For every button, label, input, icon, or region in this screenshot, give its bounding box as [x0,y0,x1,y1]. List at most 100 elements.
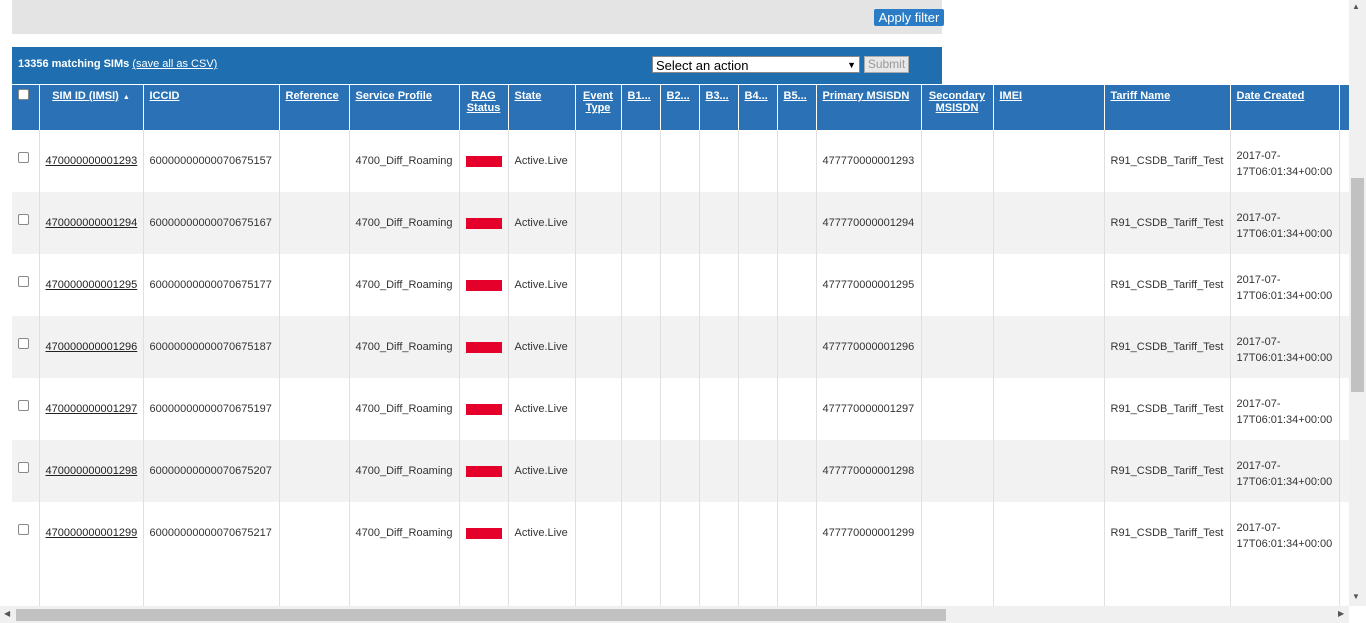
date-line-1: 2017-07- [1236,522,1281,534]
tariff-name-cell: R91_CSDB_Tariff_Test [1104,192,1231,254]
imei-cell [993,502,1105,564]
table-row: 470000000001293 60000000000070675157 4700_… [12,130,1349,192]
row-checkbox[interactable] [18,524,29,535]
imei-cell [993,440,1105,502]
service-profile-cell: 4700_Diff_Roaming [349,502,460,564]
row-checkbox[interactable] [18,400,29,411]
reference-cell [279,440,350,502]
rag-status-cell [459,130,509,192]
date-created-cell: 2017-07- 17T06:01:34+00:00 [1230,502,1340,564]
row-checkbox[interactable] [18,276,29,287]
scroll-up-icon[interactable]: ▲ [1352,2,1360,11]
reference-cell [279,254,350,316]
sim-id-link[interactable]: 470000000001293 [39,130,144,192]
b3-cell [699,192,739,254]
table-header: SIM ID (IMSI) ▲ ICCID Reference Service P… [12,85,1349,130]
row-checkbox[interactable] [18,152,29,163]
horizontal-scroll-thumb[interactable] [16,609,946,621]
select-all-checkbox[interactable] [18,89,29,100]
col-iccid[interactable]: ICCID [143,85,280,130]
service-profile-cell: 4700_Diff_Roaming [349,378,460,440]
col-b3[interactable]: B3... [699,85,739,130]
table-row: 470000000001297 60000000000070675197 4700_… [12,378,1349,440]
state-cell: Active.Live [508,440,576,502]
row-checkbox-cell [12,192,40,254]
row-checkbox[interactable] [18,462,29,473]
primary-msisdn-cell: 477770000001299 [816,502,922,564]
date-line-2: 17T06:01:34+00:00 [1236,352,1333,364]
rag-status-cell [459,316,509,378]
col-reference[interactable]: Reference [279,85,350,130]
col-sim-id[interactable]: SIM ID (IMSI) ▲ [39,85,144,130]
scroll-right-icon[interactable]: ▶ [1338,609,1344,618]
col-tariff-name[interactable]: Tariff Name [1104,85,1231,130]
date-line-2: 17T06:01:34+00:00 [1236,166,1333,178]
event-type-cell [575,254,622,316]
service-profile-cell: 4700_Diff_Roaming [349,316,460,378]
apply-filter-button[interactable]: Apply filter [874,9,944,26]
action-select[interactable]: Select an action ▼ [652,56,860,73]
vertical-scroll-thumb[interactable] [1351,178,1364,392]
sim-id-link[interactable]: 470000000001299 [39,502,144,564]
row-checkbox[interactable] [18,214,29,225]
iccid-cell: 60000000000070675157 [143,130,280,192]
sim-id-link[interactable]: 470000000001295 [39,254,144,316]
select-all-header [12,85,40,130]
b5-cell [777,254,817,316]
row-checkbox[interactable] [18,338,29,349]
scroll-down-icon[interactable]: ▼ [1352,592,1360,601]
col-secondary-msisdn[interactable]: Secondary MSISDN [921,85,994,130]
sim-id-link[interactable]: 470000000001298 [39,440,144,502]
sort-up-icon: ▲ [122,94,130,101]
col-b4[interactable]: B4... [738,85,778,130]
empty-cell [621,564,661,607]
service-profile-cell: 4700_Diff_Roaming [349,192,460,254]
save-csv-link[interactable]: (save all as CSV) [132,58,217,70]
reference-cell [279,316,350,378]
col-b2[interactable]: B2... [660,85,700,130]
b5-cell [777,502,817,564]
b1-cell [621,192,661,254]
date-line-1: 2017-07- [1236,460,1281,472]
overflow-cell [1339,254,1349,316]
col-b5[interactable]: B5... [777,85,817,130]
col-state[interactable]: State [508,85,576,130]
table-row: 470000000001296 60000000000070675187 4700_… [12,316,1349,378]
col-service-profile[interactable]: Service Profile [349,85,460,130]
empty-cell [777,564,817,607]
imei-cell [993,378,1105,440]
overflow-cell [1339,130,1349,192]
date-line-2: 17T06:01:34+00:00 [1236,290,1333,302]
empty-cell [349,564,460,607]
secondary-msisdn-cell [921,254,994,316]
col-rag-status[interactable]: RAG Status [459,85,509,130]
sim-table: SIM ID (IMSI) ▲ ICCID Reference Service P… [12,85,1349,607]
sim-id-link[interactable]: 470000000001297 [39,378,144,440]
col-event-type[interactable]: Event Type [575,85,622,130]
col-imei[interactable]: IMEI [993,85,1105,130]
empty-cell [660,564,700,607]
date-created-cell: 2017-07- 17T06:01:34+00:00 [1230,254,1340,316]
col-b1[interactable]: B1... [621,85,661,130]
sim-id-link[interactable]: 470000000001296 [39,316,144,378]
overflow-cell [1339,192,1349,254]
col-primary-msisdn[interactable]: Primary MSISDN [816,85,922,130]
b3-cell [699,440,739,502]
row-checkbox-cell [12,440,40,502]
rag-status-indicator [465,403,502,415]
event-type-cell [575,316,622,378]
tariff-name-cell: R91_CSDB_Tariff_Test [1104,254,1231,316]
scroll-left-icon[interactable]: ◀ [4,609,10,618]
match-summary: 13356 matching SIMs (save all as CSV) [18,58,217,70]
sim-id-link[interactable]: 470000000001294 [39,192,144,254]
submit-button[interactable]: Submit [864,56,909,73]
empty-cell [921,564,994,607]
b5-cell [777,130,817,192]
tariff-name-cell: R91_CSDB_Tariff_Test [1104,502,1231,564]
col-date-created[interactable]: Date Created [1230,85,1340,130]
col-overflow [1339,85,1349,130]
b5-cell [777,192,817,254]
empty-cell [993,564,1105,607]
b2-cell [660,316,700,378]
b5-cell [777,316,817,378]
